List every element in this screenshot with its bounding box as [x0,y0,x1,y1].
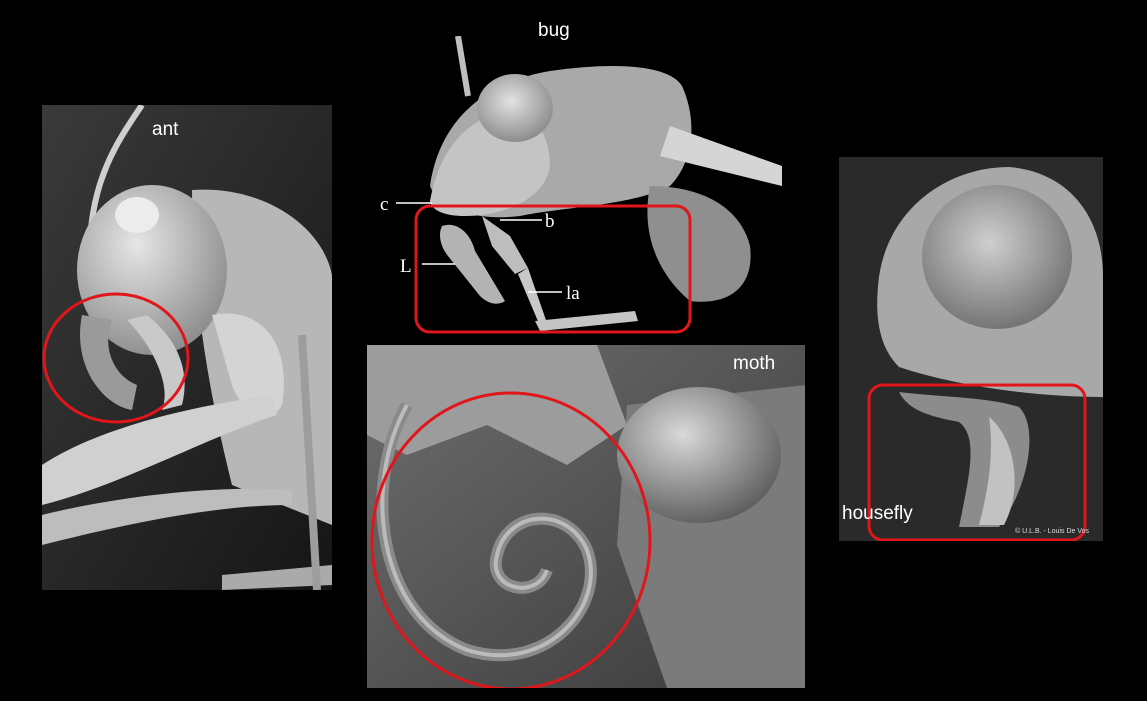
bug-label-c: c [380,194,388,215]
ant-micrograph: ant [42,105,332,590]
bug-label: bug [538,20,570,41]
ant-label: ant [152,119,179,140]
bug-micrograph: c b L la [370,36,782,336]
housefly-micrograph: housefly © U.L.B. - Louis De Vos [839,157,1103,541]
bug-label-b: b [545,211,555,232]
bug-label-la: la [566,283,580,304]
housefly-credit: © U.L.B. - Louis De Vos [1015,528,1090,535]
moth-micrograph: moth [367,345,805,688]
bug-label-L: L [400,256,412,277]
moth-label: moth [733,353,776,374]
housefly-label: housefly [842,503,913,524]
